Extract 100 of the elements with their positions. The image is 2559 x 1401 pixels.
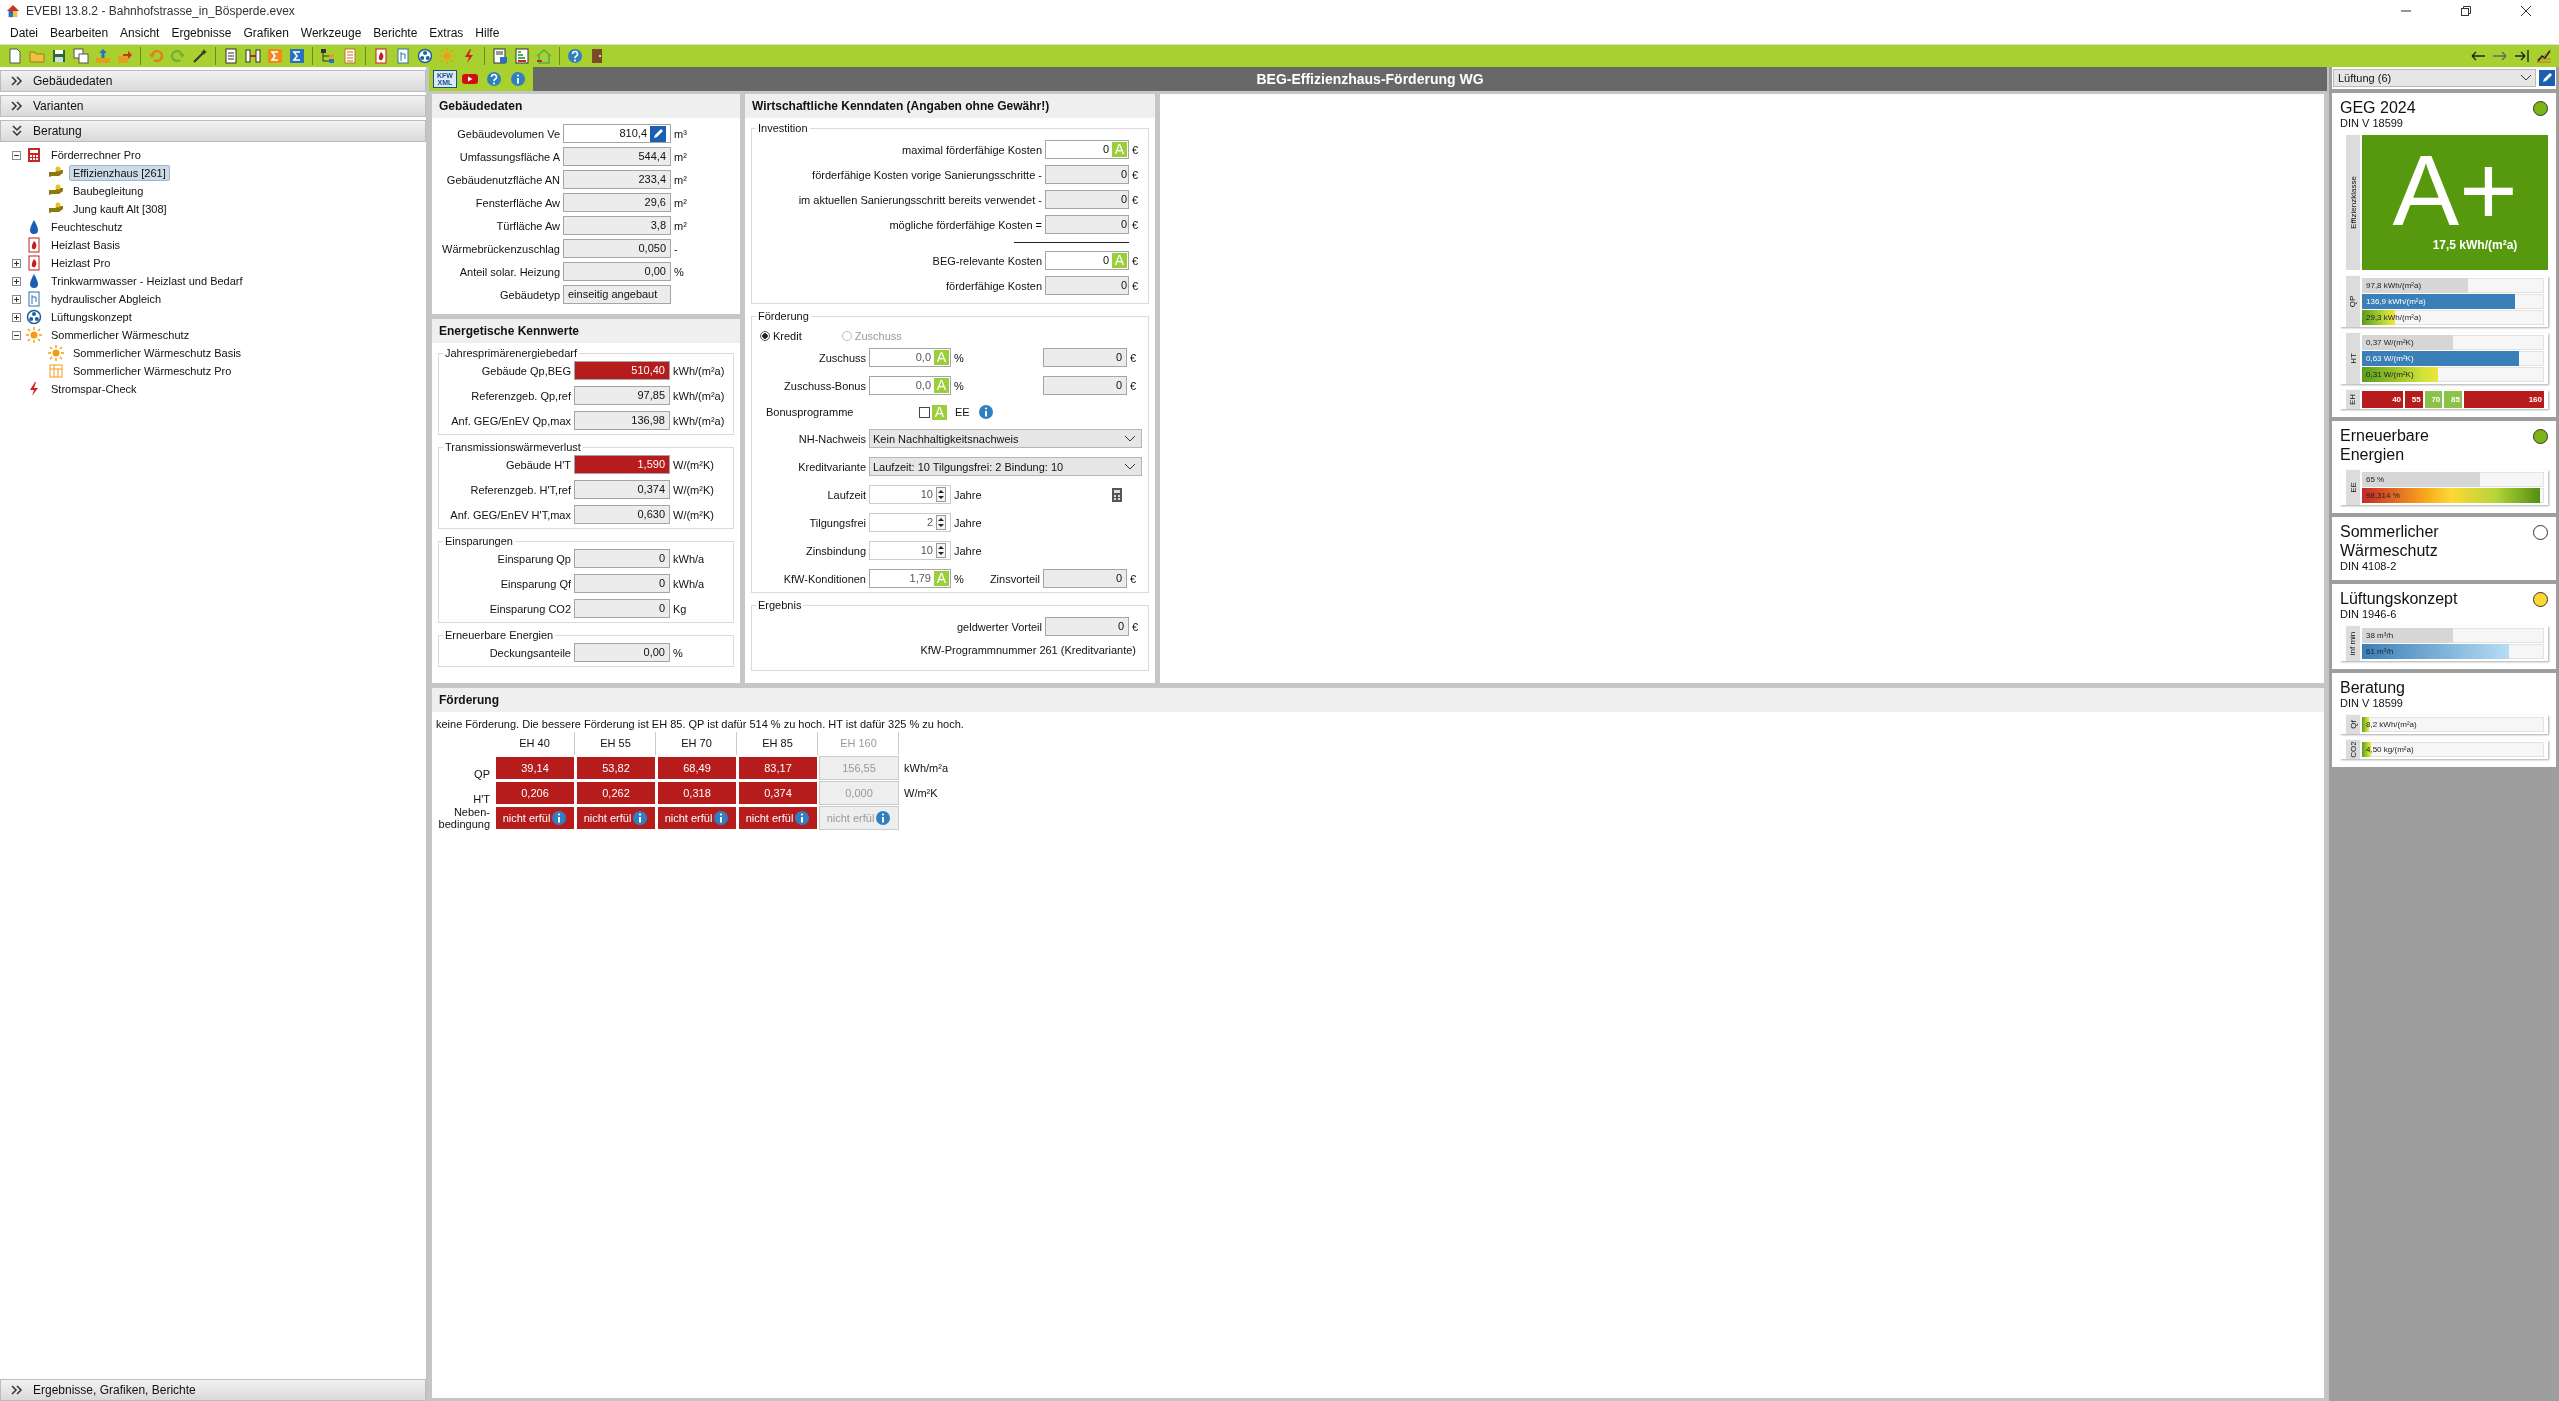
accordion-header[interactable]: Beratung	[0, 120, 426, 142]
energy-label-icon[interactable]	[514, 48, 530, 64]
export-icon[interactable]	[117, 48, 133, 64]
save-icon[interactable]	[51, 48, 67, 64]
accordion-header[interactable]: Varianten	[0, 95, 426, 117]
tree-item[interactable]: Stromspar-Check	[47, 381, 141, 397]
card-title: Wirtschaftliche Kenndaten (Angaben ohne Gewähr!)	[745, 94, 1155, 118]
pen-icon[interactable]	[650, 125, 666, 142]
help-icon[interactable]	[567, 48, 583, 64]
list-icon[interactable]	[342, 48, 358, 64]
help-icon[interactable]	[486, 71, 502, 87]
spin-field[interactable]: 10	[869, 541, 951, 560]
grid-icon	[48, 363, 64, 379]
input-field[interactable]: 3,8	[563, 216, 671, 235]
unit-label: €	[1132, 254, 1140, 267]
input-field[interactable]: 544,4	[563, 147, 671, 166]
spin-field[interactable]: 2	[869, 513, 951, 532]
input-field[interactable]: einseitig angebaut	[563, 285, 671, 304]
menu-item[interactable]: Bearbeiten	[44, 26, 115, 40]
unit-label: m²	[674, 196, 688, 209]
tree-item[interactable]: Sommerlicher Wärmeschutz	[47, 327, 194, 343]
tree-item[interactable]: Feuchteschutz	[47, 219, 127, 235]
import-icon[interactable]	[95, 48, 111, 64]
input-field[interactable]: 0,00	[563, 262, 671, 281]
tree-item[interactable]: Sommerlicher Wärmeschutz Pro	[69, 363, 236, 379]
tree-item[interactable]: Heizlast Basis	[47, 237, 125, 253]
tree-item[interactable]: hydraulischer Abgleich	[47, 291, 166, 307]
expand-icon[interactable]	[12, 276, 21, 286]
fan-icon[interactable]	[417, 48, 433, 64]
spin-arrows-icon[interactable]	[936, 543, 946, 558]
input-field[interactable]: 233,4	[563, 170, 671, 189]
menu-item[interactable]: Berichte	[367, 26, 424, 40]
accordion-header[interactable]: Gebäudedaten	[0, 70, 426, 92]
arrow-to-bar-icon[interactable]	[2514, 48, 2530, 64]
menu-item[interactable]: Ansicht	[114, 26, 166, 40]
collapse-icon[interactable]	[12, 330, 21, 340]
spin-arrows-icon[interactable]	[936, 515, 946, 530]
wand-icon[interactable]	[192, 48, 208, 64]
input-field[interactable]: 0,050	[563, 239, 671, 258]
dropdown[interactable]: Kein Nachhaltigkeitsnachweis	[869, 429, 1142, 448]
tree-item[interactable]: Lüftungskonzept	[47, 309, 136, 325]
input-field[interactable]: 810,4	[563, 124, 671, 143]
menu-item[interactable]: Grafiken	[237, 26, 295, 40]
copy-icon[interactable]	[73, 48, 89, 64]
tree-item[interactable]: Baubegleitung	[69, 183, 148, 199]
spin-arrows-icon[interactable]	[936, 487, 946, 502]
tree-item[interactable]: Jung kauft Alt [308]	[69, 201, 171, 217]
columns-icon[interactable]	[245, 48, 261, 64]
chart-icon[interactable]	[2536, 48, 2552, 64]
info-icon[interactable]	[794, 810, 811, 826]
group-title: Förderung	[757, 310, 810, 322]
tree-item[interactable]: Sommerlicher Wärmeschutz Basis	[69, 345, 246, 361]
menu-item[interactable]: Datei	[4, 26, 44, 40]
tree-item[interactable]: Förderrechner Pro	[47, 147, 145, 163]
summary-card[interactable]: Lüftungskonzept DIN 1946-6 inf min 38 m³/h 61 m³/h	[2332, 584, 2556, 669]
door-icon[interactable]	[589, 48, 605, 64]
summary-card[interactable]: Sommerlicher Wärmeschutz DIN 4108-2	[2332, 517, 2556, 580]
new-document-icon[interactable]	[7, 48, 23, 64]
scale-segment: 55	[2405, 391, 2423, 408]
menu-item[interactable]: Hilfe	[469, 26, 506, 40]
page-icon[interactable]	[223, 48, 239, 64]
tree-item[interactable]: Heizlast Pro	[47, 255, 115, 271]
expand-icon[interactable]	[12, 312, 21, 322]
field-label: Gebäudenutzfläche AN	[445, 173, 560, 186]
tree-item[interactable]: Effizienzhaus [261]	[69, 165, 170, 181]
calculator-icon[interactable]	[1109, 486, 1125, 503]
close-icon[interactable]	[2521, 6, 2531, 16]
flame-document-icon[interactable]	[373, 48, 389, 64]
info-icon[interactable]	[977, 404, 994, 420]
expand-icon[interactable]	[12, 294, 21, 304]
house-icon[interactable]	[536, 48, 552, 64]
report-icon[interactable]	[492, 48, 508, 64]
pen-icon[interactable]	[2539, 70, 2555, 86]
input-field[interactable]: 29,6	[563, 193, 671, 212]
expand-icon[interactable]	[12, 258, 21, 268]
document-icon[interactable]	[395, 48, 411, 64]
dropdown[interactable]: Laufzeit: 10 Tilgungsfrei: 2 Bindung: 10	[869, 457, 1142, 476]
video-icon[interactable]	[462, 71, 478, 87]
info-icon[interactable]	[713, 810, 730, 826]
tree-item[interactable]: Trinkwarmwasser - Heizlast und Bedarf	[47, 273, 247, 289]
info-icon[interactable]	[875, 810, 892, 826]
group-title: Transmissionswärmeverlust	[444, 441, 582, 453]
menu-item[interactable]: Werkzeuge	[294, 26, 368, 40]
accordion-header[interactable]: Ergebnisse, Grafiken, Berichte	[0, 1379, 426, 1401]
spin-field[interactable]: 10	[869, 485, 951, 504]
info-icon[interactable]	[551, 810, 568, 826]
restore-icon[interactable]	[2461, 6, 2471, 16]
collapse-icon[interactable]	[12, 150, 21, 160]
menu-item[interactable]: Extras	[423, 26, 470, 40]
unit-label: m²	[674, 219, 688, 232]
info-icon[interactable]	[510, 71, 526, 87]
checkbox[interactable]	[919, 406, 930, 418]
sum-icon[interactable]	[289, 48, 305, 64]
tree-icon[interactable]	[320, 48, 336, 64]
summary-card[interactable]: Erneuerbare Energien EE 65 % 98,314 %	[2332, 421, 2556, 513]
dropdown[interactable]: Lüftung (6)	[2333, 69, 2536, 87]
info-icon[interactable]	[632, 810, 649, 826]
radio-option[interactable]: Kredit	[760, 330, 802, 342]
menu-item[interactable]: Ergebnisse	[165, 26, 238, 40]
card-title: Gebäudedaten	[432, 94, 740, 118]
